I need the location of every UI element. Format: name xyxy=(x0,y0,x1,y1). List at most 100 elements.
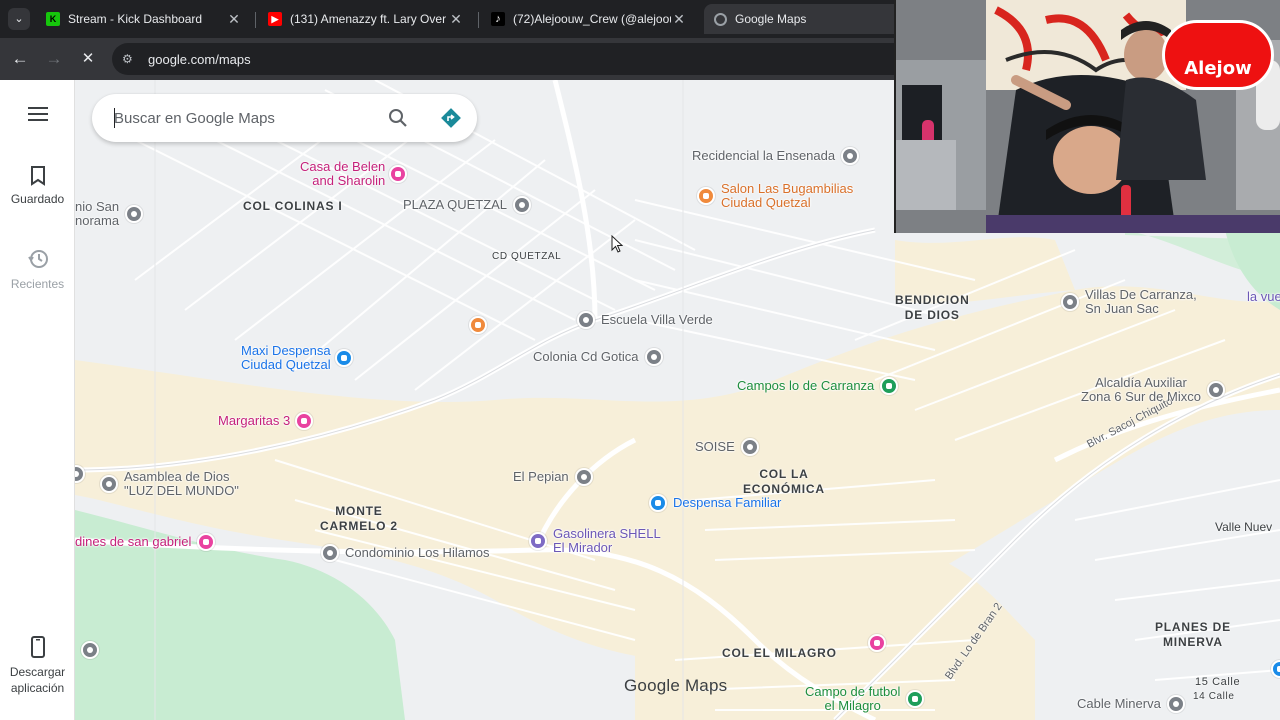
poi-left-edge[interactable] xyxy=(75,465,85,483)
park-pin-icon xyxy=(906,690,925,708)
saved-button[interactable]: Guardado xyxy=(0,166,75,206)
poi-colonia-cd-gotica[interactable]: Colonia Cd Gotica xyxy=(533,348,663,366)
tab-title: Stream - Kick Dashboard xyxy=(68,12,203,26)
tab-google-maps[interactable]: Google Maps xyxy=(704,4,920,34)
transit-pin[interactable] xyxy=(1271,660,1280,678)
place-pin-icon xyxy=(125,205,144,223)
poi-campo-de-futbol[interactable]: Campo de futbol el Milagro xyxy=(805,685,925,713)
area-label: COL EL MILAGRO xyxy=(722,646,837,660)
screen: ⌄ K Stream - Kick Dashboard ✕ ▶ (131) Am… xyxy=(0,0,1280,720)
poi-la-vue[interactable]: la vue xyxy=(1247,290,1280,304)
place-pin-icon xyxy=(644,348,663,366)
area-label: CD QUETZAL xyxy=(492,251,562,262)
history-icon xyxy=(27,250,48,268)
poi-villas-de-carranza[interactable]: Villas De Carranza, Sn Juan Sac xyxy=(1061,288,1197,316)
poi-salon-las-bugambilias[interactable]: Salon Las Bugambilias Ciudad Quetzal xyxy=(697,182,853,210)
poi-cable-minerva[interactable]: Cable Minerva xyxy=(1077,695,1185,713)
youtube-icon: ▶ xyxy=(268,12,282,26)
hamburger-menu-icon xyxy=(27,107,48,121)
address-bar[interactable]: ⚙ google.com/maps xyxy=(112,43,912,75)
poi-el-pepian[interactable]: El Pepian xyxy=(513,468,593,486)
gas-station-pin-icon xyxy=(529,532,547,550)
text-caret xyxy=(114,108,115,128)
google-maps-logo: Google Maps xyxy=(624,676,728,695)
poi-alcaldia-auxiliar[interactable]: Alcaldía Auxiliar Zona 6 Sur de Mixco xyxy=(1081,376,1225,404)
poi-jardines-de-san-gabriel[interactable]: dines de san gabriel xyxy=(75,533,216,551)
poi-gasolinera-shell[interactable]: Gasolinera SHELL El Mirador xyxy=(529,527,661,555)
menu-button[interactable] xyxy=(0,106,75,128)
kick-icon: K xyxy=(46,12,60,26)
search-icon[interactable] xyxy=(388,108,408,128)
area-label: PLANES DE MINERVA xyxy=(1155,620,1231,649)
transit-pin-icon xyxy=(1271,660,1280,678)
tab-youtube[interactable]: ▶ (131) Amenazzy ft. Lary Over - S ✕ xyxy=(258,4,474,34)
tab-title: (131) Amenazzy ft. Lary Over - S xyxy=(290,12,448,26)
shopping-pin-icon xyxy=(334,349,353,367)
tab-title: Google Maps xyxy=(735,12,807,26)
google-maps-icon xyxy=(714,12,727,26)
poi-casa-de-belen[interactable]: Casa de Belen and Sharolin xyxy=(300,160,408,188)
area-label: COL LA ECONÓMICA xyxy=(743,467,825,496)
tab-search-chevron-icon[interactable]: ⌄ xyxy=(8,8,30,30)
recents-button[interactable]: Recientes xyxy=(0,248,75,292)
bookmark-icon xyxy=(30,166,45,186)
poi-recidencial-la-ensenada[interactable]: Recidencial la Ensenada xyxy=(692,147,860,165)
school-pin-icon xyxy=(1061,293,1079,311)
close-icon[interactable]: ✕ xyxy=(671,11,687,28)
hotel-pin-icon xyxy=(295,412,314,430)
poi-despensa-familiar[interactable]: Despensa Familiar xyxy=(649,494,781,512)
poi-campos-lo-de-carranza[interactable]: Campos lo de Carranza xyxy=(737,377,899,395)
download-app-button[interactable]: Descargar aplicación xyxy=(0,636,75,696)
stop-loading-icon[interactable]: ✕ xyxy=(76,47,100,71)
mouse-cursor-icon xyxy=(611,235,623,253)
alejow-badge-label: Alejow xyxy=(1184,58,1252,79)
place-pin-icon xyxy=(740,438,759,456)
directions-icon[interactable] xyxy=(440,107,462,129)
poi-maxi-despensa[interactable]: Maxi Despensa Ciudad Quetzal xyxy=(241,344,353,372)
place-pin-icon xyxy=(574,468,593,486)
close-icon[interactable]: ✕ xyxy=(226,11,242,28)
place-pin-icon xyxy=(75,465,85,483)
poi-margaritas-3[interactable]: Margaritas 3 xyxy=(218,412,314,430)
area-label: Valle Nuev xyxy=(1215,520,1273,534)
poi-nio-san-norama[interactable]: nio San norama xyxy=(75,200,144,228)
place-pin-icon xyxy=(321,544,339,562)
poi-soise[interactable]: SOISE xyxy=(695,438,759,456)
restaurant-pin[interactable] xyxy=(469,316,487,334)
webcam-overlay: Alejow xyxy=(894,0,1280,233)
hotel-pin-icon xyxy=(868,634,886,652)
poi-school-edge[interactable] xyxy=(81,641,99,659)
place-pin-icon xyxy=(841,147,860,165)
saved-label: Guardado xyxy=(10,192,65,206)
download-app-label: Descargar aplicación xyxy=(9,665,66,695)
shopping-pin-icon xyxy=(649,494,667,512)
church-pin-icon xyxy=(100,475,118,493)
tab-kick-dashboard[interactable]: K Stream - Kick Dashboard ✕ xyxy=(36,4,252,34)
school-pin-icon xyxy=(577,311,595,329)
tiktok-icon: ♪ xyxy=(491,12,505,26)
back-arrow-icon[interactable]: ← xyxy=(8,47,32,71)
recents-label: Recientes xyxy=(10,277,65,291)
poi-asamblea-de-dios[interactable]: Asamblea de Dios "LUZ DEL MUNDO" xyxy=(100,470,239,498)
phone-icon xyxy=(30,636,45,658)
site-settings-icon[interactable]: ⚙ xyxy=(122,52,140,66)
street-label: 15 Calle xyxy=(1195,676,1241,688)
forward-arrow-icon[interactable]: → xyxy=(42,47,66,71)
hotel-pin-icon xyxy=(197,533,216,551)
school-pin-icon xyxy=(81,641,99,659)
maps-sidebar: Guardado Recientes Descargar aplicación xyxy=(0,80,75,720)
poi-condominio-los-hilamos[interactable]: Condominio Los Hilamos xyxy=(321,544,490,562)
alejow-badge: Alejow xyxy=(1162,20,1274,90)
area-label: BENDICION DE DIOS xyxy=(895,293,970,322)
restaurant-pin-icon xyxy=(469,316,487,334)
search-input[interactable] xyxy=(114,109,364,127)
hotel-pin-icon xyxy=(389,165,408,183)
poi-plaza-quetzal[interactable]: PLAZA QUETZAL xyxy=(403,196,532,214)
search-bar xyxy=(92,94,477,142)
tab-tiktok[interactable]: ♪ (72)Alejoouw_Crew (@alejoouw ✕ xyxy=(481,4,697,34)
restaurant-pin-icon xyxy=(697,187,715,205)
close-icon[interactable]: ✕ xyxy=(448,11,464,28)
tab-title: (72)Alejoouw_Crew (@alejoouw xyxy=(513,12,671,26)
poi-escuela-villa-verde[interactable]: Escuela Villa Verde xyxy=(577,311,713,329)
hotel-pin[interactable] xyxy=(868,634,886,652)
